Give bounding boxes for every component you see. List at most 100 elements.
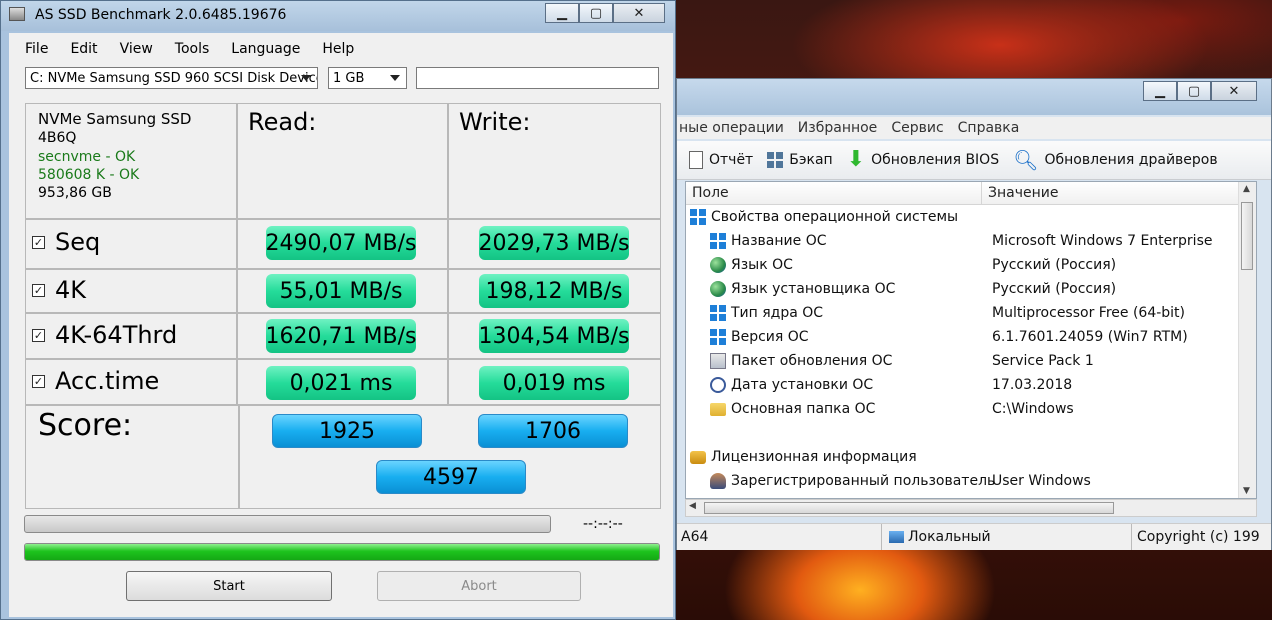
acctime-label-cell: ✓ Acc.time (25, 359, 237, 405)
maximize-icon: ▢ (589, 5, 603, 21)
menu-operations[interactable]: ные операции (679, 120, 784, 136)
as-ssd-titlebar[interactable]: AS SSD Benchmark 2.0.6485.19676 ▁ ▢ ✕ (1, 1, 675, 31)
horizontal-scroll-thumb[interactable] (704, 502, 1114, 514)
scroll-up-icon[interactable]: ▲ (1243, 184, 1250, 194)
column-field[interactable]: Поле (686, 182, 982, 204)
acctime-read-cell: 0,021 ms (237, 359, 448, 405)
4k64-label-cell: ✓ 4K-64Thrd (25, 313, 237, 359)
minimize-button[interactable]: ▁ (545, 3, 579, 23)
list-item[interactable]: Зарегистрированный пользователь User Wind… (710, 469, 1256, 493)
magnifier-icon: 🔍︎ (1013, 148, 1039, 172)
backup-button[interactable]: Бэкап (767, 152, 833, 168)
seq-label-cell: ✓ Seq (25, 219, 237, 269)
column-value[interactable]: Значение (982, 185, 1058, 201)
acctime-toggle[interactable]: ✓ Acc.time (32, 367, 159, 395)
4k-toggle[interactable]: ✓ 4K (32, 276, 86, 304)
section-license-info[interactable]: Лицензионная информация (690, 445, 1256, 469)
menu-language[interactable]: Language (231, 41, 300, 57)
start-button[interactable]: Start (126, 571, 332, 601)
windows-icon (690, 209, 706, 225)
abort-button[interactable]: Abort (377, 571, 581, 601)
drive-select[interactable]: C: NVMe Samsung SSD 960 SCSI Disk Device (25, 67, 318, 89)
size-select[interactable]: 1 GB (328, 67, 407, 89)
menu-file[interactable]: File (25, 41, 48, 57)
system-info-toolbar: Отчёт Бэкап ⬇ Обновления BIOS 🔍︎ Обновле… (677, 141, 1271, 180)
list-header: Поле Значение (686, 182, 1256, 205)
4k64-toggle[interactable]: ✓ 4K-64Thrd (32, 321, 177, 349)
read-score: 1925 (272, 414, 422, 448)
notes-field[interactable] (416, 67, 659, 89)
minimize-button[interactable]: ▁ (1143, 81, 1177, 101)
bios-update-button[interactable]: ⬇ Обновления BIOS (847, 149, 999, 171)
read-header: Read: (248, 108, 317, 136)
vertical-scrollbar[interactable]: ▲ ▼ (1238, 182, 1256, 498)
maximize-button[interactable]: ▢ (1177, 81, 1211, 101)
seq-write-cell: 2029,73 MB/s (448, 219, 661, 269)
vertical-scroll-thumb[interactable] (1241, 202, 1253, 270)
list-item[interactable]: Язык ОС Русский (Россия) (710, 253, 1256, 277)
user-icon (710, 473, 726, 489)
write-score: 1706 (478, 414, 628, 448)
lock-icon (690, 450, 706, 464)
test-progress-bar (24, 515, 551, 533)
language-icon (710, 281, 726, 297)
list-item[interactable]: Тип ядра ОС Multiprocessor Free (64-bit) (710, 301, 1256, 325)
close-button[interactable]: ✕ (1211, 81, 1257, 101)
windows-icon (710, 305, 726, 321)
list-item[interactable]: Версия ОС 6.1.7601.24059 (Win7 RTM) (710, 325, 1256, 349)
status-copyright: Copyright (c) 199 (1137, 529, 1260, 545)
report-icon (689, 151, 703, 169)
list-item[interactable]: Основная папка ОС C:\Windows (710, 397, 1256, 421)
list-item[interactable]: Дата установки ОС 17.03.2018 (710, 373, 1256, 397)
drive-info-panel: NVMe Samsung SSD 4B6Q secnvme - OK 58060… (25, 103, 237, 219)
seq-read-value: 2490,07 MB/s (266, 226, 416, 260)
language-icon (710, 257, 726, 273)
driver-update-button[interactable]: 🔍︎ Обновления драйверов (1013, 148, 1218, 172)
list-item[interactable]: Пакет обновления ОС Service Pack 1 (710, 349, 1256, 373)
4k-read-value: 55,01 MB/s (266, 274, 416, 308)
folder-icon (710, 402, 726, 416)
results-grid: NVMe Samsung SSD 4B6Q secnvme - OK 58060… (25, 103, 661, 509)
seq-checkbox[interactable]: ✓ (32, 235, 45, 249)
score-values-cell: 1925 1706 4597 (239, 405, 661, 509)
system-info-titlebar[interactable]: ▁ ▢ ✕ (677, 79, 1271, 115)
list-item[interactable]: Язык установщика ОС Русский (Россия) (710, 277, 1256, 301)
4k-write-value: 198,12 MB/s (479, 274, 629, 308)
menu-help[interactable]: Help (322, 41, 354, 57)
read-header-cell: Read: (237, 103, 448, 219)
as-ssd-client: File Edit View Tools Language Help C: NV… (9, 33, 673, 617)
score-label-cell: Score: (25, 405, 239, 509)
computer-icon (889, 531, 904, 543)
window-title: AS SSD Benchmark 2.0.6485.19676 (35, 7, 287, 23)
4k-checkbox[interactable]: ✓ (32, 283, 45, 297)
close-button[interactable]: ✕ (613, 3, 665, 23)
properties-list[interactable]: Поле Значение Свойства операционной сист… (685, 181, 1257, 499)
menu-view[interactable]: View (120, 41, 153, 57)
maximize-icon: ▢ (1187, 83, 1201, 99)
seq-toggle[interactable]: ✓ Seq (32, 228, 100, 256)
write-header-cell: Write: (448, 103, 661, 219)
scroll-left-icon[interactable]: ◀ (689, 501, 696, 511)
drive-firmware: 4B6Q (38, 130, 77, 146)
scroll-down-icon[interactable]: ▼ (1243, 486, 1250, 496)
close-icon: ✕ (1228, 83, 1240, 99)
report-button[interactable]: Отчёт (689, 151, 753, 169)
menu-tools[interactable]: Tools (175, 41, 210, 57)
menu-service[interactable]: Сервис (891, 120, 943, 136)
acctime-checkbox[interactable]: ✓ (32, 374, 45, 388)
maximize-button[interactable]: ▢ (579, 3, 613, 23)
4k64-checkbox[interactable]: ✓ (32, 328, 45, 342)
minimize-icon: ▁ (1155, 83, 1165, 99)
menu-edit[interactable]: Edit (70, 41, 97, 57)
acctime-read-value: 0,021 ms (266, 366, 416, 400)
menu-help[interactable]: Справка (958, 120, 1020, 136)
status-left: A64 (681, 529, 709, 545)
acctime-write-value: 0,019 ms (479, 366, 629, 400)
list-item[interactable]: Название ОС Microsoft Windows 7 Enterpris… (710, 229, 1256, 253)
close-icon: ✕ (633, 5, 645, 21)
section-os-properties[interactable]: Свойства операционной системы (690, 205, 1256, 229)
menu-favorites[interactable]: Избранное (798, 120, 878, 136)
horizontal-scrollbar[interactable]: ◀ (685, 499, 1257, 517)
total-score: 4597 (376, 460, 526, 494)
